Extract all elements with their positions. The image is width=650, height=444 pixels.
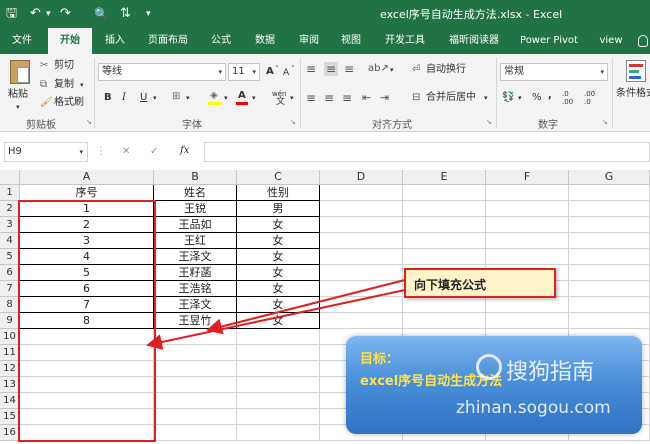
watermark-logo-icon <box>476 354 502 380</box>
banner-title: 目标： <box>360 352 400 367</box>
watermark-brand: 搜狗指南 <box>506 360 595 385</box>
excel-window: 🖫 ↶ ▾ ↷ 🔍 ⇅ ▾ excel序号自动生成方法.xlsx - Excel… <box>0 0 650 444</box>
callout-text: 向下填充公式 <box>414 278 487 292</box>
watermark-url: zhinan.sogou.com <box>456 398 611 418</box>
callout-box: 向下填充公式 <box>404 268 556 298</box>
highlight-box <box>18 200 156 442</box>
goal-banner: 目标： excel序号自动生成方法 搜狗指南 zhinan.sogou.com <box>346 336 642 434</box>
arrow-to-column-b <box>206 279 406 335</box>
